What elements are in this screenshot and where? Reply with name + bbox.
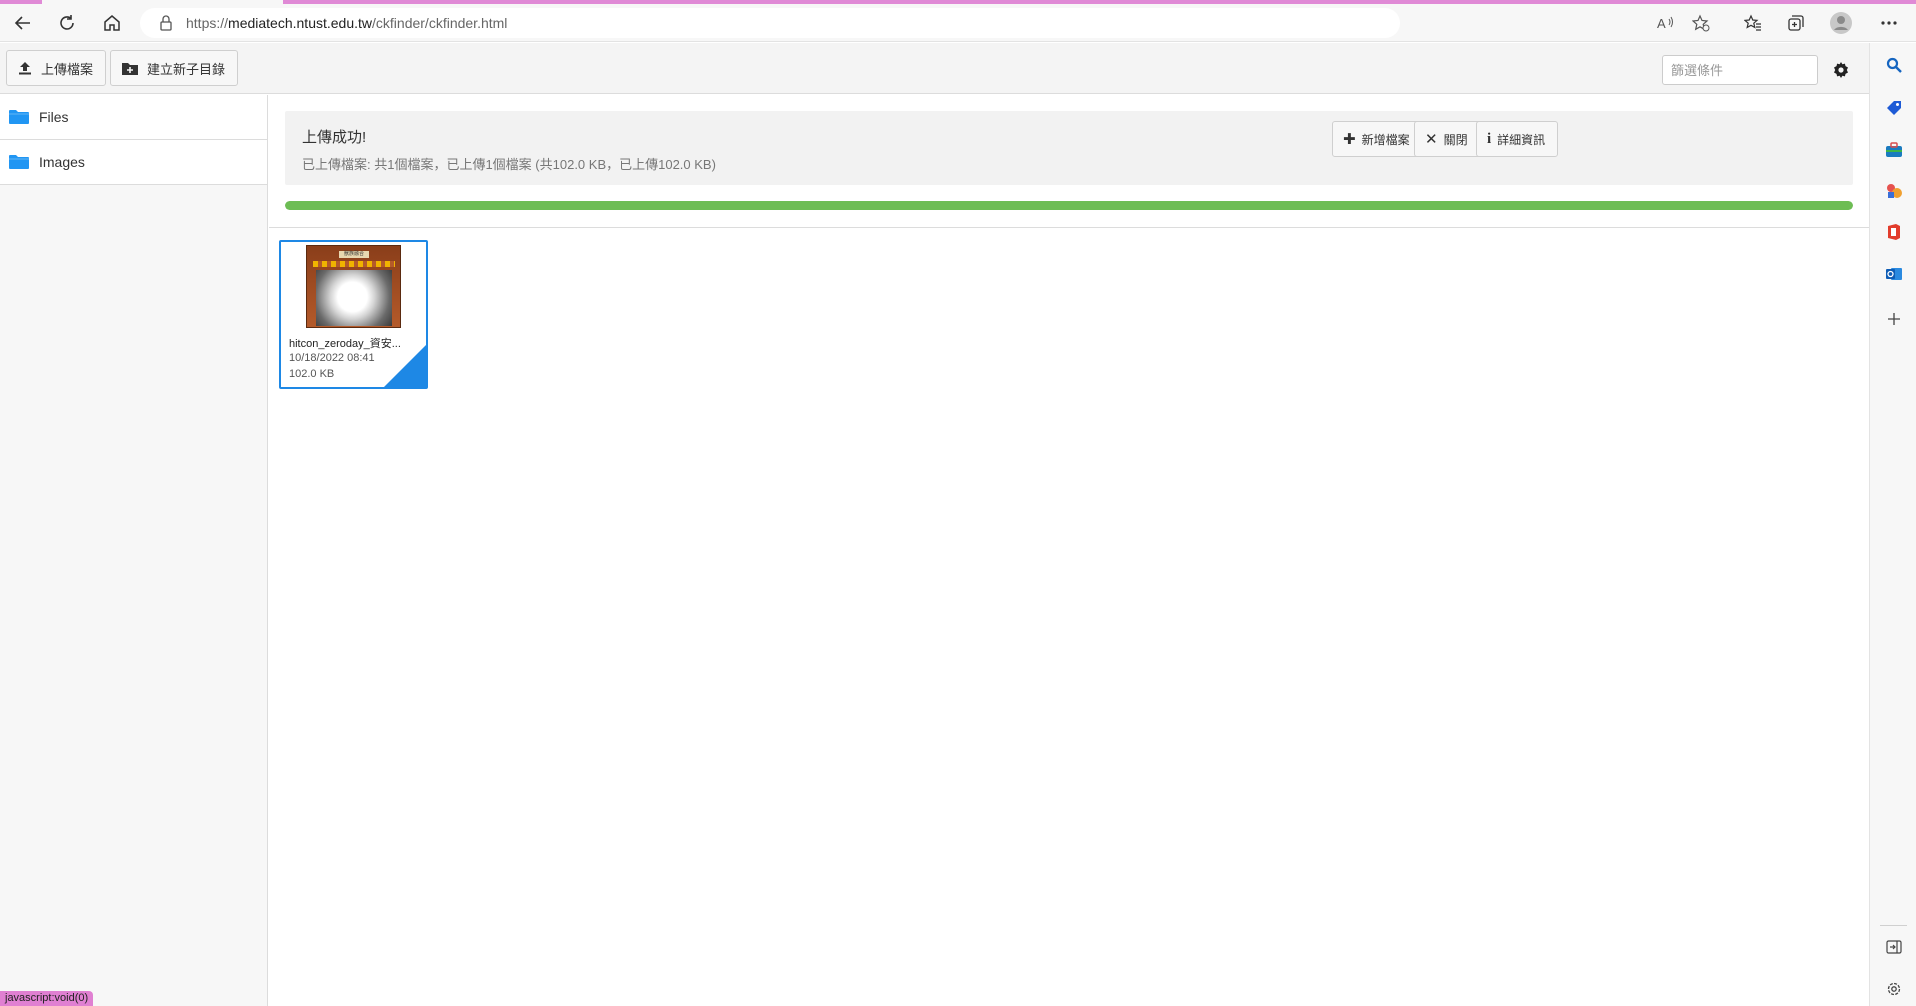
- plus-icon: ✚: [1343, 131, 1356, 148]
- add-files-button[interactable]: ✚ 新增檔案: [1332, 121, 1423, 157]
- collections-icon[interactable]: [1781, 8, 1811, 38]
- close-icon: ✕: [1425, 131, 1438, 148]
- details-button[interactable]: i 詳細資訊: [1476, 121, 1559, 157]
- file-item[interactable]: 獸族融合 hitcon_zeroday_資安... 10/18/2022 08:…: [279, 240, 428, 389]
- upload-label: 上傳檔案: [41, 61, 94, 77]
- file-date: 10/18/2022 08:41: [289, 352, 375, 364]
- lock-icon[interactable]: [158, 15, 174, 31]
- url-text: https://mediatech.ntust.edu.tw/ckfinder/…: [186, 15, 508, 31]
- file-thumbnail: 獸族融合: [306, 245, 401, 328]
- upload-summary: 已上傳檔案: 共1個檔案，已上傳1個檔案 (共102.0 KB，已上傳102.0…: [302, 157, 716, 172]
- thumbnail-caption: 獸族融合: [339, 251, 369, 258]
- add-files-label: 新增檔案: [1361, 132, 1410, 147]
- finder-toolbar: 上傳檔案 建立新子目錄: [0, 43, 1869, 94]
- games-icon[interactable]: [1883, 180, 1905, 202]
- folder-icon: [9, 110, 29, 124]
- file-pane: 上傳成功! 已上傳檔案: 共1個檔案，已上傳1個檔案 (共102.0 KB，已上…: [269, 95, 1869, 1006]
- new-folder-button[interactable]: 建立新子目錄: [110, 50, 239, 86]
- new-folder-label: 建立新子目錄: [147, 61, 226, 77]
- outlook-icon[interactable]: [1883, 263, 1905, 285]
- office-icon[interactable]: [1883, 221, 1905, 243]
- close-button[interactable]: ✕ 關閉: [1414, 121, 1481, 157]
- upload-icon: [19, 62, 31, 75]
- folder-files[interactable]: Files: [0, 95, 267, 140]
- upload-summary-panel: 上傳成功! 已上傳檔案: 共1個檔案，已上傳1個檔案 (共102.0 KB，已上…: [285, 111, 1853, 185]
- folder-images[interactable]: Images: [0, 140, 267, 185]
- upload-progress-fill: [285, 201, 1853, 210]
- upload-title: 上傳成功!: [302, 129, 367, 146]
- info-icon: i: [1487, 130, 1492, 147]
- svg-text:A: A: [1657, 16, 1666, 31]
- divider: [1880, 925, 1907, 926]
- sidebar-settings-icon[interactable]: [1883, 978, 1905, 1000]
- divider: [269, 227, 1869, 228]
- hide-sidebar-icon[interactable]: [1883, 936, 1905, 958]
- url-field[interactable]: https://mediatech.ntust.edu.tw/ckfinder/…: [140, 8, 1400, 38]
- folder-label: Files: [39, 109, 69, 125]
- selected-corner-indicator: [384, 345, 426, 387]
- file-size: 102.0 KB: [289, 368, 335, 380]
- more-options-icon[interactable]: [1874, 8, 1904, 38]
- add-favorite-icon[interactable]: [1686, 8, 1716, 38]
- back-icon[interactable]: [8, 8, 38, 38]
- close-label: 關閉: [1443, 132, 1468, 147]
- profile-avatar[interactable]: [1826, 8, 1856, 38]
- upload-button[interactable]: 上傳檔案: [6, 50, 107, 86]
- browser-address-bar: https://mediatech.ntust.edu.tw/ckfinder/…: [0, 4, 1916, 42]
- refresh-icon[interactable]: [52, 8, 82, 38]
- tools-briefcase-icon[interactable]: [1883, 139, 1905, 161]
- edge-sidebar: [1869, 43, 1916, 1006]
- home-icon[interactable]: [97, 8, 127, 38]
- shopping-tag-icon[interactable]: [1883, 97, 1905, 119]
- search-icon[interactable]: [1883, 54, 1905, 76]
- settings-gear-icon[interactable]: [1830, 59, 1852, 81]
- filter-input[interactable]: [1662, 55, 1818, 85]
- status-bar-link: javascript:void(0): [0, 991, 94, 1006]
- folder-plus-icon: [122, 62, 138, 75]
- details-label: 詳細資訊: [1497, 132, 1546, 147]
- upload-progress-bar: [285, 201, 1853, 210]
- folder-icon: [9, 155, 29, 169]
- read-aloud-icon[interactable]: A: [1651, 8, 1681, 38]
- add-icon[interactable]: [1883, 308, 1905, 330]
- folder-tree: Files Images: [0, 95, 268, 1006]
- folder-label: Images: [39, 154, 85, 170]
- favorites-icon[interactable]: [1738, 8, 1768, 38]
